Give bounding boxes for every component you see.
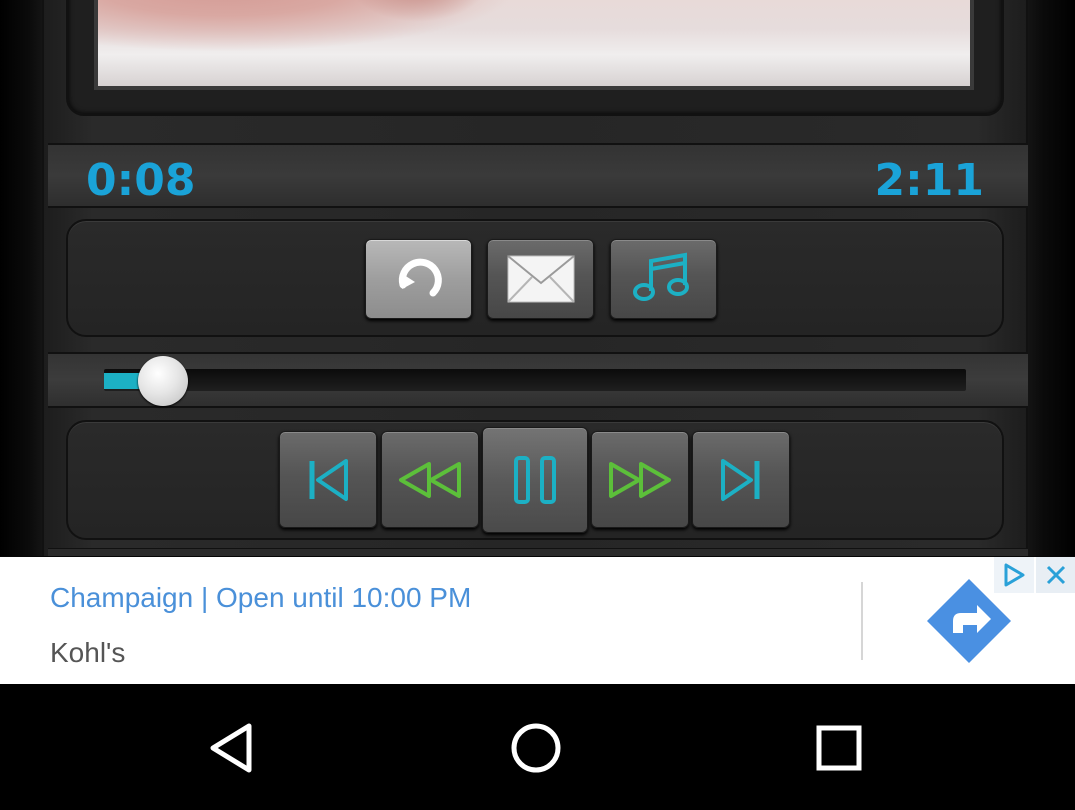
album-art-image xyxy=(94,0,974,90)
mail-icon xyxy=(506,255,575,303)
close-icon xyxy=(1046,565,1065,585)
screen: 0:08 2:11 Champaign | Open until 10:00 P… xyxy=(0,0,1075,810)
skip-next-icon xyxy=(721,458,760,501)
ad-banner[interactable]: Champaign | Open until 10:00 PM Kohl's xyxy=(0,557,1075,684)
album-art-frame xyxy=(66,0,1004,116)
repeat-button[interactable] xyxy=(365,239,472,319)
right-edge-shadow xyxy=(1028,0,1075,556)
recents-icon[interactable] xyxy=(815,724,863,772)
pause-button[interactable] xyxy=(482,427,588,533)
rewind-icon xyxy=(399,461,461,498)
music-library-button[interactable] xyxy=(610,239,717,319)
album-art-detail-2 xyxy=(348,0,488,22)
home-icon[interactable] xyxy=(509,721,563,775)
next-track-button[interactable] xyxy=(692,431,790,528)
system-navigation-bar xyxy=(0,684,1075,810)
repeat-icon xyxy=(398,258,442,297)
fast-forward-icon xyxy=(609,461,671,498)
seek-thumb[interactable] xyxy=(138,356,189,406)
player-bottom-edge xyxy=(48,548,1028,556)
elapsed-time: 0:08 xyxy=(86,155,196,206)
pause-icon xyxy=(514,456,556,504)
ad-advertiser: Kohl's xyxy=(50,637,126,668)
fast-forward-button[interactable] xyxy=(591,431,689,528)
adchoices-button[interactable] xyxy=(994,557,1034,593)
seek-track[interactable] xyxy=(104,369,966,391)
ad-title[interactable]: Champaign | Open until 10:00 PM xyxy=(50,582,471,614)
left-edge-shadow xyxy=(0,0,42,556)
adchoices-icon xyxy=(1004,563,1025,587)
time-display-bar: 0:08 2:11 xyxy=(48,143,1028,208)
ad-divider xyxy=(861,582,863,660)
rewind-button[interactable] xyxy=(381,431,479,528)
skip-previous-icon xyxy=(309,458,348,501)
music-note-icon xyxy=(632,252,689,301)
previous-track-button[interactable] xyxy=(279,431,377,528)
total-time: 2:11 xyxy=(874,155,984,206)
ad-close-button[interactable] xyxy=(1036,557,1075,593)
back-icon[interactable] xyxy=(207,722,255,774)
share-email-button[interactable] xyxy=(487,239,594,319)
seek-bar-container xyxy=(48,352,1028,408)
